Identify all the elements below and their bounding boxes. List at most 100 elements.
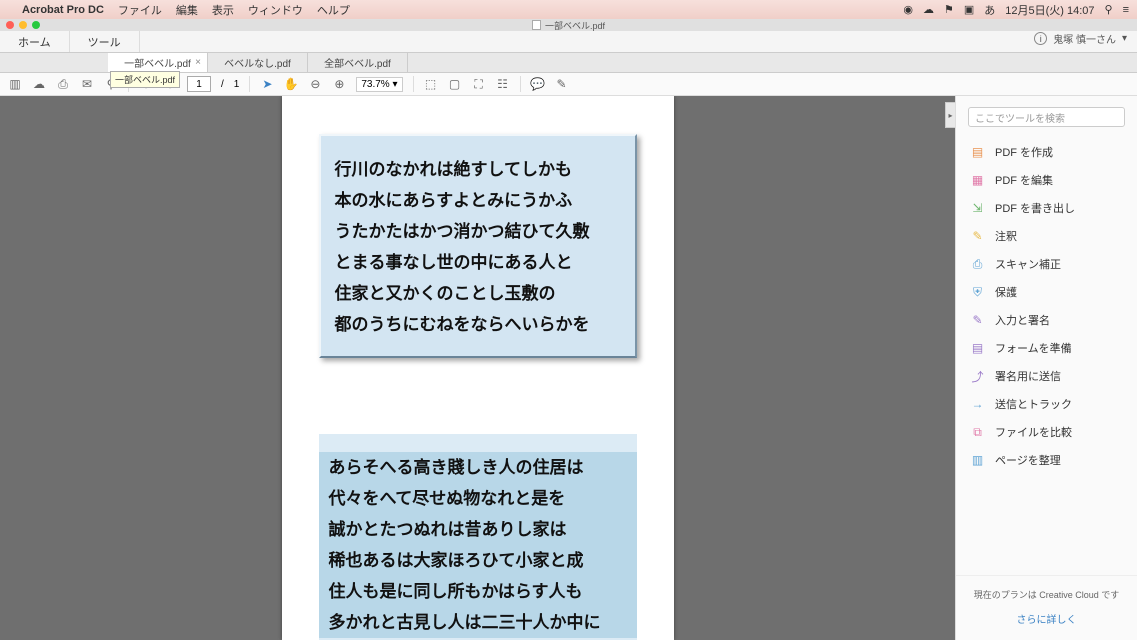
compare-icon: ⧉ — [970, 425, 985, 440]
comment-tool-icon: ✎ — [970, 229, 985, 244]
learn-more-link[interactable]: さらに詳しく — [964, 611, 1129, 626]
mail-icon[interactable]: ✉ — [80, 77, 94, 91]
account-area[interactable]: i 鬼塚 慎一さん ▾ — [1034, 31, 1127, 46]
zoom-select[interactable]: 73.7% ▾ — [356, 77, 402, 92]
fit-page-icon[interactable]: ▢ — [448, 77, 462, 91]
sign-icon: ✎ — [970, 313, 985, 328]
panel-footer: 現在のプランは Creative Cloud です さらに詳しく — [956, 575, 1137, 640]
account-chevron-icon[interactable]: ▾ — [1122, 33, 1127, 44]
file-tab-2[interactable]: ベベルなし.pdf — [208, 53, 308, 72]
menubar-date[interactable]: 12月5日(火) 14:07 — [1005, 2, 1094, 18]
tool-label: 注釈 — [995, 228, 1017, 244]
comment-icon[interactable]: 💬 — [531, 77, 545, 91]
tool-comment[interactable]: ✎ 注釈 — [956, 222, 1137, 250]
file-tab-3[interactable]: 全部ベベル.pdf — [308, 53, 408, 72]
tool-label: PDF を作成 — [995, 144, 1053, 160]
separator — [413, 76, 414, 92]
file-tab-bar: 一部ベベル.pdf × 一部ベベル.pdf ベベルなし.pdf 全部ベベル.pd… — [0, 53, 1137, 73]
file-tab-1-label: 一部ベベル.pdf — [124, 55, 191, 70]
send-sign-icon: ⤴ — [970, 369, 985, 384]
info-icon[interactable]: i — [1034, 32, 1047, 45]
tool-protect[interactable]: ⛨保護 — [956, 278, 1137, 306]
menu-file[interactable]: ファイル — [118, 2, 162, 18]
sidebar-icon[interactable]: ▥ — [8, 77, 22, 91]
tool-fill-sign[interactable]: ✎入力と署名 — [956, 306, 1137, 334]
separator — [249, 76, 250, 92]
app-tab-bar: ホーム ツール i 鬼塚 慎一さん ▾ — [0, 31, 1137, 53]
minimize-window-button[interactable] — [19, 21, 27, 29]
zoom-in-icon[interactable]: ⊕ — [332, 77, 346, 91]
menu-help[interactable]: ヘルプ — [317, 2, 350, 18]
hand-icon[interactable]: ✋ — [284, 77, 298, 91]
menu-edit[interactable]: 編集 — [176, 2, 198, 18]
status-wifi-icon[interactable]: ⚑ — [944, 3, 954, 16]
text-line-selected: あらそへる高き賤しき人の住居は — [319, 452, 637, 483]
tool-send-track[interactable]: →送信とトラック — [956, 390, 1137, 418]
file-tab-1[interactable]: 一部ベベル.pdf × 一部ベベル.pdf — [108, 53, 208, 72]
tab-tools[interactable]: ツール — [70, 31, 140, 52]
status-cloud-icon[interactable]: ☁︎ — [923, 3, 934, 16]
tool-label: フォームを準備 — [995, 340, 1072, 356]
tool-label: 保護 — [995, 284, 1017, 300]
text-box-bevel: 行川のなかれは絶すしてしかも 本の水にあらすよとみにうかふ うたかたはかつ消かつ… — [319, 134, 637, 358]
text-line: 行川のなかれは絶すしてしかも — [335, 154, 621, 185]
tab-tooltip: 一部ベベル.pdf — [110, 71, 180, 88]
tool-scan[interactable]: ⎙ スキャン補正 — [956, 250, 1137, 278]
tool-organize[interactable]: ▥ページを整理 — [956, 446, 1137, 474]
close-tab-icon[interactable]: × — [195, 57, 201, 68]
edit-pdf-icon: ▦ — [970, 173, 985, 188]
status-kana-icon[interactable]: あ — [984, 2, 995, 18]
pointer-icon[interactable]: ➤ — [260, 77, 274, 91]
menu-view[interactable]: 表示 — [212, 2, 234, 18]
pdf-page: 行川のなかれは絶すしてしかも 本の水にあらすよとみにうかふ うたかたはかつ消かつ… — [282, 96, 674, 640]
window-title: 一部ベベル.pdf — [545, 19, 605, 32]
tool-label: スキャン補正 — [995, 256, 1061, 272]
tool-create-pdf[interactable]: ▤ PDF を作成 — [956, 138, 1137, 166]
zoom-window-button[interactable] — [32, 21, 40, 29]
menu-window[interactable]: ウィンドウ — [248, 2, 303, 18]
status-box-icon[interactable]: ▣ — [964, 3, 974, 16]
tool-label: PDF を書き出し — [995, 200, 1075, 216]
page-total: 1 — [234, 79, 240, 90]
page-sep: / — [221, 79, 224, 90]
cloud-icon[interactable]: ☁ — [32, 77, 46, 91]
text-line-selected: 誠かとたつぬれは昔ありし家は — [319, 514, 637, 545]
account-name: 鬼塚 慎一さん — [1053, 31, 1116, 46]
tool-label: ページを整理 — [995, 452, 1061, 468]
form-icon: ▤ — [970, 341, 985, 356]
text-box-flat: あらそへる高き賤しき人の住居は 代々をへて尽せぬ物なれと是を 誠かとたつぬれは昔… — [319, 434, 637, 640]
mac-menubar: Acrobat Pro DC ファイル 編集 表示 ウィンドウ ヘルプ ◉ ☁︎… — [0, 0, 1137, 19]
text-line-selected: 稀也あるは大家ほろひて小家と成 — [319, 545, 637, 576]
traffic-lights — [6, 21, 40, 29]
text-line: 住家と又かくのことし玉敷の — [335, 278, 621, 309]
document-viewport[interactable]: ▸ 行川のなかれは絶すしてしかも 本の水にあらすよとみにうかふ うたかたはかつ消… — [0, 96, 955, 640]
status-eye-icon[interactable]: ◉ — [903, 3, 913, 16]
fit-width-icon[interactable]: ⬚ — [424, 77, 438, 91]
highlight-icon[interactable]: ✎ — [555, 77, 569, 91]
collapse-panel-icon[interactable]: ▸ — [945, 102, 955, 128]
menu-icon[interactable]: ≡ — [1123, 4, 1129, 16]
app-name[interactable]: Acrobat Pro DC — [22, 4, 104, 16]
text-line: とまる事なし世の中にある人と — [335, 247, 621, 278]
tool-label: 署名用に送信 — [995, 368, 1061, 384]
tool-edit-pdf[interactable]: ▦PDF を編集 — [956, 166, 1137, 194]
page-number-input[interactable] — [187, 76, 211, 92]
tool-send-sign[interactable]: ⤴ 署名用に送信 — [956, 362, 1137, 390]
fullscreen-icon[interactable]: ⛶ — [472, 77, 486, 91]
read-mode-icon[interactable]: ☷ — [496, 77, 510, 91]
tool-export-pdf[interactable]: ⇲PDF を書き出し — [956, 194, 1137, 222]
create-pdf-icon: ▤ — [970, 145, 985, 160]
spotlight-icon[interactable]: ⚲ — [1105, 3, 1113, 16]
print-icon[interactable]: ⎙ — [56, 77, 70, 91]
track-icon: → — [970, 397, 985, 412]
tab-home[interactable]: ホーム — [0, 31, 70, 52]
text-line-selected: 代々をへて尽せぬ物なれと是を — [319, 483, 637, 514]
tool-compare[interactable]: ⧉ファイルを比較 — [956, 418, 1137, 446]
scan-icon: ⎙ — [970, 257, 985, 272]
tool-prepare-form[interactable]: ▤ フォームを準備 — [956, 334, 1137, 362]
text-line: 都のうちにむねをならへいらかを — [335, 309, 621, 340]
tools-search-input[interactable]: ここでツールを検索 — [968, 107, 1125, 127]
zoom-out-icon[interactable]: ⊖ — [308, 77, 322, 91]
file-tab-2-label: ベベルなし.pdf — [224, 55, 291, 70]
close-window-button[interactable] — [6, 21, 14, 29]
